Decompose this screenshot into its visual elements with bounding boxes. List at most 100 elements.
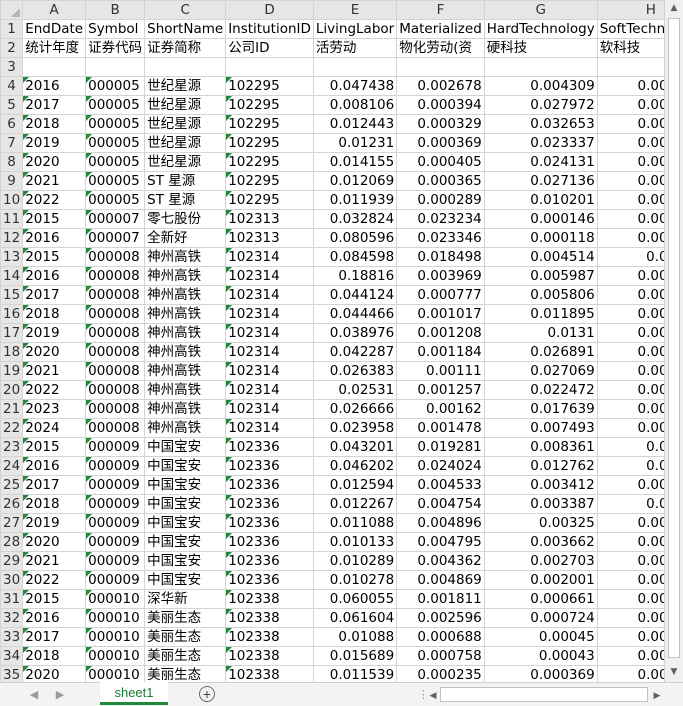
cell[interactable]: 世纪星源 bbox=[144, 133, 227, 153]
cell[interactable]: 000005 bbox=[85, 76, 146, 96]
cell[interactable]: 世纪星源 bbox=[144, 152, 227, 172]
cell[interactable]: 102336 bbox=[225, 494, 314, 514]
cell[interactable]: 000009 bbox=[85, 437, 146, 457]
cell[interactable]: 0.00325 bbox=[483, 513, 598, 533]
column-header[interactable]: B bbox=[85, 0, 146, 20]
cell[interactable] bbox=[144, 57, 227, 77]
cell[interactable]: 0.012267 bbox=[312, 494, 398, 514]
cell[interactable]: 0.044466 bbox=[312, 304, 398, 324]
cell[interactable]: 0.00648 bbox=[596, 247, 664, 267]
row-header[interactable]: 18 bbox=[0, 342, 24, 362]
cell[interactable]: 2022 bbox=[22, 570, 87, 590]
cell[interactable]: 0.005987 bbox=[483, 266, 598, 286]
cell[interactable]: 2017 bbox=[22, 627, 87, 647]
cell[interactable]: 0.001244 bbox=[596, 228, 664, 248]
cell[interactable]: 000005 bbox=[85, 133, 146, 153]
row-header[interactable]: 27 bbox=[0, 513, 24, 533]
cell[interactable]: 0.02531 bbox=[312, 380, 398, 400]
cell[interactable]: 102295 bbox=[225, 114, 314, 134]
cell[interactable]: 0.000417 bbox=[596, 114, 664, 134]
cell[interactable]: 0.002703 bbox=[483, 551, 598, 571]
row-header[interactable]: 28 bbox=[0, 532, 24, 552]
cell[interactable]: 0.024131 bbox=[483, 152, 598, 172]
cell[interactable]: 统计年度 bbox=[22, 38, 87, 58]
cell[interactable]: 0.008106 bbox=[312, 95, 398, 115]
cell[interactable]: 中国宝安 bbox=[144, 570, 227, 590]
cell[interactable]: 2018 bbox=[22, 646, 87, 666]
cell[interactable]: 0.032653 bbox=[483, 114, 598, 134]
cell[interactable]: 2016 bbox=[22, 456, 87, 476]
cell[interactable]: 0.018498 bbox=[396, 247, 485, 267]
cell[interactable]: 0.000394 bbox=[396, 95, 485, 115]
cell[interactable]: 0.003412 bbox=[483, 475, 598, 495]
cell[interactable]: 102313 bbox=[225, 228, 314, 248]
column-header[interactable]: C bbox=[144, 0, 227, 20]
cell[interactable] bbox=[596, 57, 664, 77]
cell[interactable]: 0.18816 bbox=[312, 266, 398, 286]
cell[interactable]: 0.001017 bbox=[396, 304, 485, 324]
cell[interactable]: 0.002678 bbox=[396, 76, 485, 96]
cell[interactable]: 000005 bbox=[85, 152, 146, 172]
row-header[interactable]: 19 bbox=[0, 361, 24, 381]
cell[interactable]: 0.027136 bbox=[483, 171, 598, 191]
cell[interactable]: 000007 bbox=[85, 228, 146, 248]
cell[interactable]: 深华新 bbox=[144, 589, 227, 609]
cell[interactable]: Symbol bbox=[85, 19, 146, 39]
cell[interactable]: 0.027972 bbox=[483, 95, 598, 115]
row-header[interactable]: 16 bbox=[0, 304, 24, 324]
cell[interactable]: 世纪星源 bbox=[144, 76, 227, 96]
cell[interactable]: 0.004795 bbox=[396, 532, 485, 552]
cell[interactable]: 0.000321 bbox=[596, 646, 664, 666]
cell[interactable]: ST 星源 bbox=[144, 171, 227, 191]
cell[interactable]: 中国宝安 bbox=[144, 437, 227, 457]
cell[interactable]: 0.023346 bbox=[396, 228, 485, 248]
cell[interactable]: 2017 bbox=[22, 285, 87, 305]
cell[interactable]: 零七股份 bbox=[144, 209, 227, 229]
cell[interactable]: 0.00111 bbox=[396, 361, 485, 381]
cell[interactable]: 美丽生态 bbox=[144, 608, 227, 628]
cell[interactable]: 神州高铁 bbox=[144, 266, 227, 286]
cell[interactable]: 000010 bbox=[85, 608, 146, 628]
cell[interactable]: 000009 bbox=[85, 494, 146, 514]
cell[interactable]: 0.026383 bbox=[312, 361, 398, 381]
cell[interactable]: 0.084598 bbox=[312, 247, 398, 267]
cell[interactable]: 000008 bbox=[85, 380, 146, 400]
cell[interactable]: 神州高铁 bbox=[144, 342, 227, 362]
row-header[interactable]: 8 bbox=[0, 152, 24, 172]
cell[interactable]: 0.042287 bbox=[312, 342, 398, 362]
row-header[interactable]: 21 bbox=[0, 399, 24, 419]
cell[interactable]: 0.000365 bbox=[596, 380, 664, 400]
row-header[interactable]: 12 bbox=[0, 228, 24, 248]
cell[interactable]: 0.001257 bbox=[396, 380, 485, 400]
cell[interactable]: 0.046202 bbox=[312, 456, 398, 476]
row-header[interactable]: 7 bbox=[0, 133, 24, 153]
cell[interactable]: 美丽生态 bbox=[144, 627, 227, 647]
cell[interactable]: 2020 bbox=[22, 532, 87, 552]
cell[interactable]: 2017 bbox=[22, 95, 87, 115]
cell[interactable]: 2017 bbox=[22, 475, 87, 495]
cell[interactable]: 0.000688 bbox=[396, 627, 485, 647]
cell[interactable]: 000008 bbox=[85, 342, 146, 362]
cell[interactable]: 软科技 bbox=[596, 38, 664, 58]
cell[interactable]: 0.012594 bbox=[312, 475, 398, 495]
cell[interactable]: 0.005806 bbox=[483, 285, 598, 305]
cell[interactable]: 000009 bbox=[85, 513, 146, 533]
row-header[interactable]: 20 bbox=[0, 380, 24, 400]
cell[interactable]: 2016 bbox=[22, 76, 87, 96]
cell[interactable]: 0.000373 bbox=[596, 171, 664, 191]
cell[interactable]: 0.01088 bbox=[312, 627, 398, 647]
cell[interactable]: 0.000563 bbox=[596, 323, 664, 343]
cell[interactable]: 102314 bbox=[225, 247, 314, 267]
cell[interactable]: 0.000708 bbox=[596, 532, 664, 552]
row-header[interactable]: 33 bbox=[0, 627, 24, 647]
cell[interactable]: 0.023234 bbox=[396, 209, 485, 229]
cell[interactable]: 000008 bbox=[85, 399, 146, 419]
cell[interactable]: 0.000444 bbox=[596, 95, 664, 115]
cell[interactable]: ShortName bbox=[144, 19, 227, 39]
cell[interactable]: 0.000777 bbox=[396, 285, 485, 305]
column-header[interactable]: A bbox=[22, 0, 87, 20]
row-header[interactable]: 22 bbox=[0, 418, 24, 438]
cell[interactable]: 0.004362 bbox=[396, 551, 485, 571]
cell[interactable]: 证券代码 bbox=[85, 38, 146, 58]
cell[interactable]: 2021 bbox=[22, 551, 87, 571]
